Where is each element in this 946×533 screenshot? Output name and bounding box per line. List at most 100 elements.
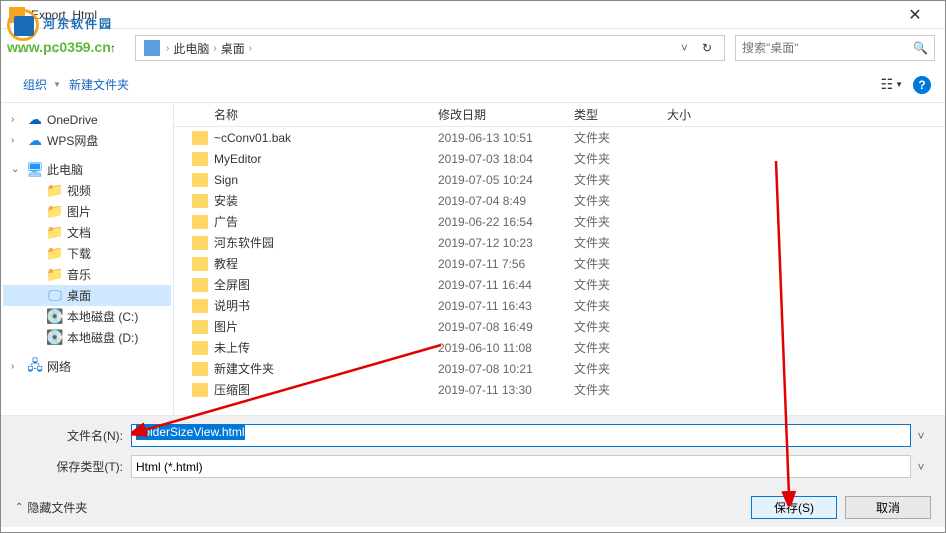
refresh-button[interactable]: ↻ (694, 41, 720, 55)
close-button[interactable]: ✕ (893, 2, 937, 28)
breadcrumb-dropdown[interactable]: ˅ (675, 41, 694, 55)
titlebar: Export_Html ✕ (1, 1, 945, 29)
folder-icon (192, 299, 208, 313)
navigation-bar: ← → ˅ ↑ › 此电脑 › 桌面 › ˅ ↻ 🔍 (1, 29, 945, 67)
file-row[interactable]: 全屏图2019-07-11 16:44文件夹 (174, 274, 945, 295)
file-row[interactable]: Sign2019-07-05 10:24文件夹 (174, 169, 945, 190)
breadcrumb-bar[interactable]: › 此电脑 › 桌面 › ˅ ↻ (135, 35, 725, 61)
file-date: 2019-06-22 16:54 (430, 215, 566, 229)
sidebar-item-OneDrive[interactable]: ›☁OneDrive (3, 109, 171, 130)
file-type: 文件夹 (566, 150, 659, 167)
toolbar: 组织 ▼ 新建文件夹 ☷ ▼ ? (1, 67, 945, 103)
chevron-icon: › (166, 43, 169, 54)
file-row[interactable]: 安装2019-07-04 8:49文件夹 (174, 190, 945, 211)
search-icon[interactable]: 🔍 (913, 41, 928, 55)
cancel-button[interactable]: 取消 (845, 496, 931, 519)
search-input[interactable] (742, 41, 913, 55)
breadcrumb-desktop[interactable]: 桌面 (219, 40, 247, 57)
file-row[interactable]: 教程2019-07-11 7:56文件夹 (174, 253, 945, 274)
file-row[interactable]: ~cConv01.bak2019-06-13 10:51文件夹 (174, 127, 945, 148)
sidebar-item-视频[interactable]: 📁视频 (3, 180, 171, 201)
sidebar-item-此电脑[interactable]: ⌄🖥此电脑 (3, 159, 171, 180)
sidebar-item-下载[interactable]: 📁下载 (3, 243, 171, 264)
file-name: 安装 (214, 192, 238, 209)
filename-dropdown[interactable]: ˅ (911, 429, 931, 443)
folder-icon (192, 152, 208, 166)
window-title: Export_Html (31, 8, 893, 22)
filename-input[interactable]: FolderSizeView.html (131, 424, 911, 447)
header-date[interactable]: 修改日期 (430, 103, 566, 126)
help-button[interactable]: ? (913, 76, 931, 94)
file-type: 文件夹 (566, 381, 659, 398)
breadcrumb-pc[interactable]: 此电脑 (171, 40, 211, 57)
file-date: 2019-07-12 10:23 (430, 236, 566, 250)
file-row[interactable]: 压缩图2019-07-11 13:30文件夹 (174, 379, 945, 400)
sidebar-tree[interactable]: ›☁OneDrive›☁WPS网盘 ⌄🖥此电脑📁视频📁图片📁文档📁下载📁音乐🖵桌面… (1, 103, 173, 415)
dropdown-icon: ▼ (895, 80, 903, 89)
footer-panel: 文件名(N): FolderSizeView.html ˅ 保存类型(T): H… (1, 415, 945, 527)
sidebar-item-音乐[interactable]: 📁音乐 (3, 264, 171, 285)
file-type: 文件夹 (566, 234, 659, 251)
filetype-row: 保存类型(T): Html (*.html) ˅ (15, 455, 931, 478)
file-date: 2019-07-03 18:04 (430, 152, 566, 166)
file-type: 文件夹 (566, 129, 659, 146)
recent-dropdown[interactable]: ˅ (71, 36, 95, 60)
file-name: Sign (214, 173, 238, 187)
sidebar-item-图片[interactable]: 📁图片 (3, 201, 171, 222)
collapse-icon: ⌃ (15, 502, 23, 513)
file-row[interactable]: MyEditor2019-07-03 18:04文件夹 (174, 148, 945, 169)
file-list: 名称 修改日期 类型 大小 ~cConv01.bak2019-06-13 10:… (173, 103, 945, 415)
onedrive-icon: ☁ (27, 112, 43, 128)
folder-icon (192, 236, 208, 250)
header-type[interactable]: 类型 (566, 103, 659, 126)
dropdown-icon: ▼ (53, 80, 61, 89)
folder-icon (192, 383, 208, 397)
filetype-label: 保存类型(T): (15, 458, 131, 475)
column-headers[interactable]: 名称 修改日期 类型 大小 (174, 103, 945, 127)
file-date: 2019-07-08 16:49 (430, 320, 566, 334)
pc-icon: 🖥 (27, 162, 43, 178)
sidebar-item-桌面[interactable]: 🖵桌面 (3, 285, 171, 306)
folder-icon: 📁 (47, 267, 63, 283)
hide-folders-button[interactable]: ⌃ 隐藏文件夹 (15, 499, 87, 516)
folder-icon: 📁 (47, 183, 63, 199)
up-button[interactable]: ↑ (101, 36, 125, 60)
file-row[interactable]: 新建文件夹2019-07-08 10:21文件夹 (174, 358, 945, 379)
sidebar-item-文档[interactable]: 📁文档 (3, 222, 171, 243)
sidebar-item-WPS网盘[interactable]: ›☁WPS网盘 (3, 130, 171, 151)
footer-bottom: ⌃ 隐藏文件夹 保存(S) 取消 (15, 496, 931, 519)
folder-icon (192, 278, 208, 292)
file-row[interactable]: 广告2019-06-22 16:54文件夹 (174, 211, 945, 232)
save-button[interactable]: 保存(S) (751, 496, 837, 519)
file-name: 说明书 (214, 297, 250, 314)
file-type: 文件夹 (566, 318, 659, 335)
file-name: 压缩图 (214, 381, 250, 398)
file-date: 2019-06-10 11:08 (430, 341, 566, 355)
header-name[interactable]: 名称 (174, 103, 430, 126)
file-row[interactable]: 未上传2019-06-10 11:08文件夹 (174, 337, 945, 358)
header-size[interactable]: 大小 (659, 103, 739, 126)
file-row[interactable]: 说明书2019-07-11 16:43文件夹 (174, 295, 945, 316)
file-type: 文件夹 (566, 339, 659, 356)
filetype-select[interactable]: Html (*.html) (131, 455, 911, 478)
new-folder-button[interactable]: 新建文件夹 (61, 76, 137, 93)
sidebar-item-网络[interactable]: ›🖧网络 (3, 356, 171, 377)
folder-icon (192, 173, 208, 187)
file-type: 文件夹 (566, 297, 659, 314)
file-row[interactable]: 河东软件园2019-07-12 10:23文件夹 (174, 232, 945, 253)
view-button[interactable]: ☷ ▼ (881, 76, 903, 93)
sidebar-item-本地磁盘 (C:)[interactable]: 💽本地磁盘 (C:) (3, 306, 171, 327)
file-list-body[interactable]: ~cConv01.bak2019-06-13 10:51文件夹MyEditor2… (174, 127, 945, 415)
filetype-dropdown[interactable]: ˅ (911, 460, 931, 474)
sidebar-label: 桌面 (67, 287, 91, 304)
file-type: 文件夹 (566, 171, 659, 188)
search-box[interactable]: 🔍 (735, 35, 935, 61)
file-row[interactable]: 图片2019-07-08 16:49文件夹 (174, 316, 945, 337)
folder-icon: 📁 (47, 204, 63, 220)
file-type: 文件夹 (566, 276, 659, 293)
folder-icon (192, 215, 208, 229)
back-button[interactable]: ← (11, 36, 35, 60)
organize-button[interactable]: 组织 (15, 76, 55, 93)
sidebar-label: WPS网盘 (47, 132, 98, 149)
sidebar-item-本地磁盘 (D:)[interactable]: 💽本地磁盘 (D:) (3, 327, 171, 348)
